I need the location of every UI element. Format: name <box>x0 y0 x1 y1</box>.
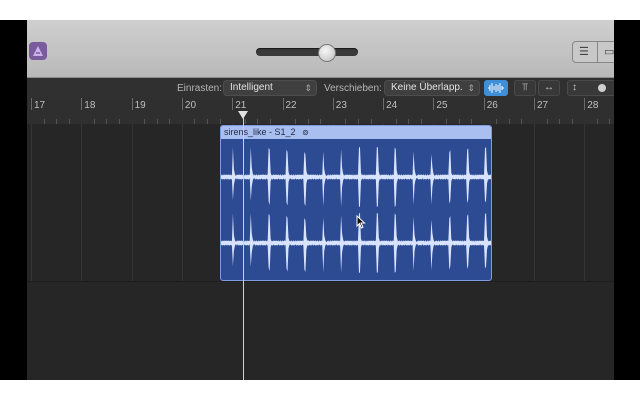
editor-toolbar: Einrasten: Intelligent ⇕ Verschieben: Ke… <box>27 78 614 99</box>
window-icon: ▭ <box>604 46 614 58</box>
updown-chevron-icon: ⇕ <box>467 83 475 93</box>
ruler-bar-tick <box>332 98 334 110</box>
left-letterbox <box>0 20 27 380</box>
window-button[interactable]: ▭ <box>597 41 614 63</box>
snap-label: Einrasten: <box>177 83 223 94</box>
ruler-bar-tick <box>181 98 183 110</box>
master-volume-knob[interactable] <box>318 44 337 62</box>
ruler-bar-tick <box>584 98 586 110</box>
region-name: sirens_like - S1_2 <box>224 127 296 137</box>
ruler-bar-number: 27 <box>537 100 549 111</box>
ruler-bar-tick <box>433 98 435 110</box>
vertical-zoom-knob[interactable] <box>598 84 606 92</box>
ruler-bar-tick <box>131 98 133 110</box>
bar-gridline <box>534 124 535 281</box>
audio-region[interactable]: sirens_like - S1_2 ⊚ <box>220 125 492 281</box>
ruler-bar-tick <box>232 98 234 110</box>
list-view-icon: ☰ <box>579 46 589 58</box>
ruler-bar-number: 19 <box>134 100 146 111</box>
waveform-icon <box>488 83 504 93</box>
bar-gridline <box>31 124 32 281</box>
app-icon[interactable] <box>29 42 47 60</box>
ruler-bar-number: 24 <box>386 100 398 111</box>
ruler-bar-number: 17 <box>34 100 46 111</box>
fit-width-icon: ↔ <box>544 82 554 93</box>
ruler-bar-tick <box>31 98 32 110</box>
master-volume-slider[interactable] <box>256 44 358 62</box>
vertical-zoom-icon: ↕ <box>572 82 577 93</box>
snap-value: Intelligent <box>230 82 273 93</box>
align-icon: ⫪ <box>522 82 528 93</box>
ruler-bar-number: 26 <box>486 100 498 111</box>
drag-value: Keine Überlapp. <box>391 82 463 93</box>
mouse-pointer-icon <box>356 215 366 229</box>
playhead-handle[interactable] <box>238 111 248 119</box>
lane-separator <box>27 281 614 282</box>
updown-chevron-icon: ⇕ <box>304 83 312 93</box>
ruler-bar-number: 21 <box>235 100 247 111</box>
fit-width-button[interactable]: ↔ <box>538 80 560 96</box>
align-button[interactable]: ⫪ <box>514 80 536 96</box>
bar-gridline <box>181 124 183 281</box>
ruler-bar-tick <box>81 98 83 110</box>
drag-select[interactable]: Keine Überlapp. ⇕ <box>384 80 480 96</box>
ruler-bar-tick <box>483 98 485 110</box>
bar-gridline <box>584 124 586 281</box>
list-view-button[interactable]: ☰ <box>572 41 598 63</box>
bar-gridline <box>81 124 83 281</box>
playhead[interactable] <box>238 111 248 380</box>
ruler-bar-tick <box>383 98 385 110</box>
drag-label: Verschieben: <box>324 83 382 94</box>
ruler-bar-tick <box>534 98 535 110</box>
region-header[interactable]: sirens_like - S1_2 ⊚ <box>221 126 491 139</box>
snap-select[interactable]: Intelligent ⇕ <box>223 80 317 96</box>
bar-ruler[interactable]: 17 18 19 20 21 22 23 24 25 26 27 28 <box>27 98 614 125</box>
waveform-channel <box>221 147 491 207</box>
waveform-display <box>221 147 491 273</box>
ruler-bar-number: 28 <box>587 100 599 111</box>
ruler-bar-number: 22 <box>285 100 297 111</box>
ruler-bar-number: 25 <box>436 100 448 111</box>
view-buttons: ☰ ▭ <box>572 41 614 63</box>
ruler-bar-number: 18 <box>84 100 96 111</box>
logic-app-window: ☰ ▭ Einrasten: Intelligent ⇕ Verschieben… <box>27 20 614 380</box>
bar-gridline <box>131 124 133 281</box>
loop-icon: ⊚ <box>302 128 309 137</box>
control-bar: ☰ ▭ <box>27 20 614 78</box>
ruler-bar-number: 20 <box>184 100 197 111</box>
vertical-zoom-control[interactable]: ↕ <box>567 80 614 96</box>
ruler-bar-number: 23 <box>335 100 347 111</box>
right-letterbox <box>614 20 640 380</box>
ruler-bar-tick <box>282 98 284 110</box>
waveform-button[interactable] <box>484 80 508 96</box>
